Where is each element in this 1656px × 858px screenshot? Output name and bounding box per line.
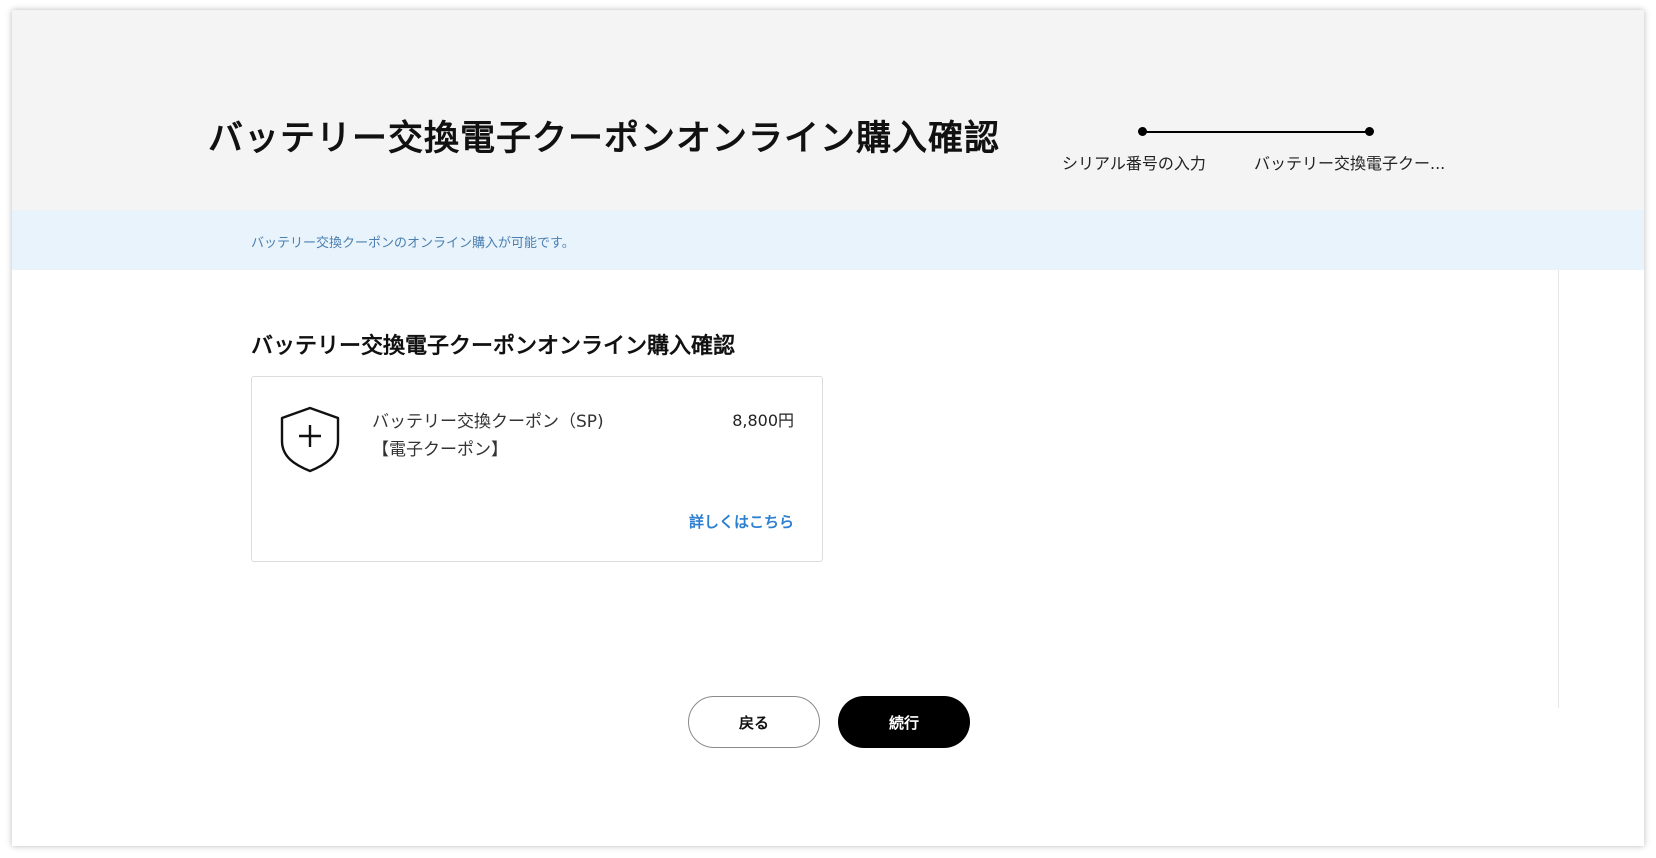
continue-button[interactable]: 続行 — [838, 696, 970, 748]
step-2-label: バッテリー交換電子クー... — [1254, 154, 1446, 173]
shield-plus-icon — [280, 406, 340, 473]
coupon-type: 【電子クーポン】 — [372, 440, 508, 460]
info-banner-text: バッテリー交換クーポンのオンライン購入が可能です。 — [251, 236, 575, 251]
coupon-price: 8,800円 — [732, 411, 794, 430]
step-1-label: シリアル番号の入力 — [1062, 154, 1206, 173]
page-header: バッテリー交換電子クーポンオンライン購入確認 シリアル番号の入力 バッテリー交換… — [12, 10, 1644, 210]
back-button[interactable]: 戻る — [688, 696, 820, 748]
section-title: バッテリー交換電子クーポンオンライン購入確認 — [251, 334, 736, 359]
coupon-name: バッテリー交換クーポン（SP) — [372, 412, 604, 432]
step-1-dot — [1138, 127, 1147, 136]
info-banner: バッテリー交換クーポンのオンライン購入が可能です。 — [12, 210, 1644, 270]
stepper-line — [1142, 131, 1370, 133]
details-link[interactable]: 詳しくはこちら — [689, 511, 794, 532]
content-divider — [1558, 270, 1559, 708]
step-2-dot — [1365, 127, 1374, 136]
page-title: バッテリー交換電子クーポンオンライン購入確認 — [208, 119, 1001, 159]
coupon-card: バッテリー交換クーポン（SP) 【電子クーポン】 8,800円 詳しくはこちら — [251, 376, 823, 562]
page-frame: バッテリー交換電子クーポンオンライン購入確認 シリアル番号の入力 バッテリー交換… — [12, 10, 1644, 846]
progress-stepper: シリアル番号の入力 バッテリー交換電子クー... — [1052, 118, 1472, 178]
